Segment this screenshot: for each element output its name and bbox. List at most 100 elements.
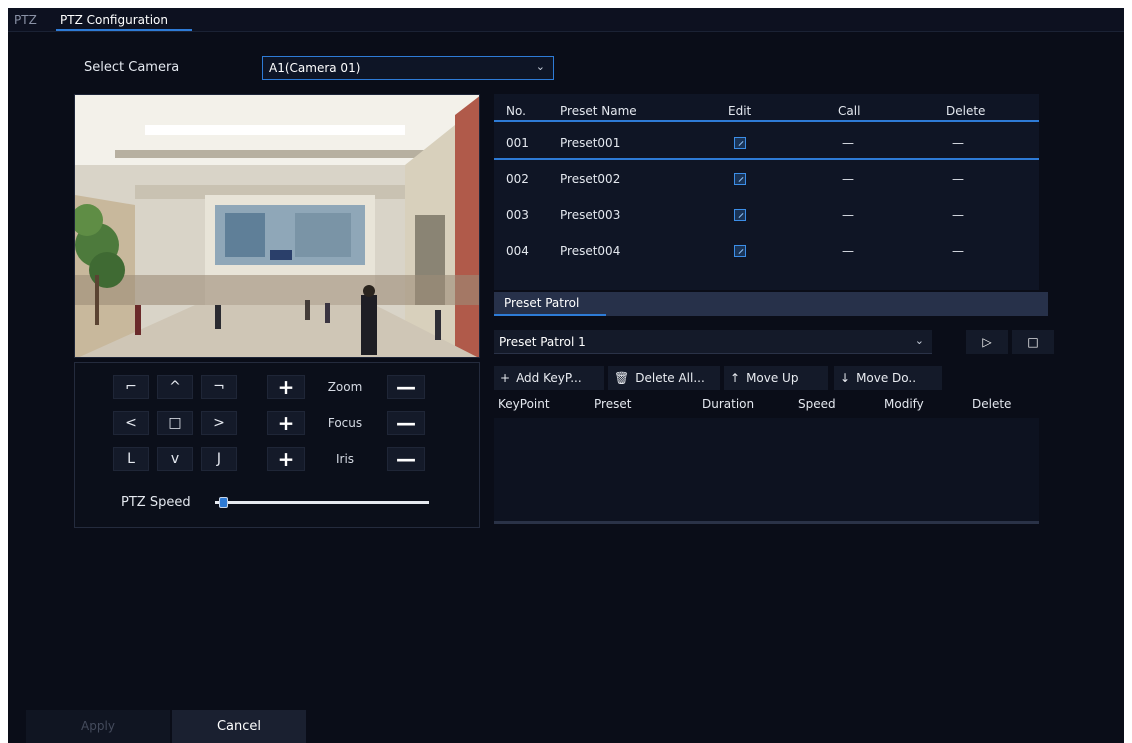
patrol-select-value: Preset Patrol 1 (499, 335, 586, 349)
cancel-button[interactable]: Cancel (172, 710, 306, 743)
col-delete: Delete (946, 104, 986, 118)
move-down-button[interactable]: ↓ Move Do.. (834, 366, 942, 390)
focus-near-button[interactable]: + (267, 411, 305, 435)
col-keypoint: KeyPoint (498, 397, 550, 411)
minus-icon: — (396, 375, 416, 399)
edit-icon[interactable] (734, 173, 746, 185)
col-preset: Preset (594, 397, 632, 411)
col-edit: Edit (728, 104, 752, 118)
camera-select[interactable]: A1(Camera 01) ⌄ (262, 56, 554, 80)
preset-table: No. Preset Name Edit Call Delete 001 Pre… (494, 94, 1039, 290)
camera-select-value: A1(Camera 01) (269, 61, 361, 75)
col-preset-name: Preset Name (560, 104, 637, 118)
arrow-left-icon: < (125, 415, 137, 431)
patrol-tab-indicator (494, 314, 606, 316)
col-delete: Delete (972, 397, 1012, 411)
preset-no: 001 (506, 136, 529, 150)
col-duration: Duration (702, 397, 755, 411)
col-modify: Modify (884, 397, 924, 411)
arrow-up-left-icon: ⌐ (125, 379, 137, 395)
delete-all-button[interactable]: 🗑 Delete All... (608, 366, 720, 390)
move-up-button[interactable]: ↑ Move Up (724, 366, 828, 390)
zoom-out-button[interactable]: — (387, 375, 425, 399)
call-button[interactable]: — (842, 136, 854, 150)
arrow-down-left-icon: L (127, 451, 135, 467)
col-call: Call (838, 104, 861, 118)
pan-left-button[interactable]: < (113, 411, 149, 435)
plus-icon: + (500, 371, 511, 385)
delete-all-label: Delete All... (635, 371, 705, 385)
col-speed: Speed (798, 397, 836, 411)
pan-down-right-button[interactable]: J (201, 447, 237, 471)
preset-name: Preset001 (560, 136, 621, 150)
arrow-up-right-icon: ¬ (213, 379, 225, 395)
focus-label: Focus (327, 416, 363, 430)
ptz-speed-slider-handle[interactable] (219, 497, 228, 508)
tilt-down-button[interactable]: v (157, 447, 193, 471)
move-down-label: Move Do.. (856, 371, 917, 385)
arrow-up-icon: ↑ (730, 371, 741, 385)
pan-right-button[interactable]: > (201, 411, 237, 435)
preset-patrol-title: Preset Patrol (504, 296, 580, 310)
tab-ptz-configuration[interactable]: PTZ Configuration (60, 13, 168, 27)
arrow-down-right-icon: J (216, 451, 222, 467)
preset-no: 002 (506, 172, 529, 186)
tab-bar: PTZ PTZ Configuration (8, 8, 1124, 32)
live-preview (74, 94, 480, 358)
zoom-in-button[interactable]: + (267, 375, 305, 399)
add-keypoint-button[interactable]: + Add KeyP... (494, 366, 604, 390)
delete-button[interactable]: — (952, 208, 964, 222)
move-up-label: Move Up (746, 371, 799, 385)
chevron-down-icon: ⌄ (535, 60, 545, 73)
col-no: No. (506, 104, 526, 118)
stop-patrol-button[interactable]: □ (1012, 330, 1054, 354)
delete-button[interactable]: — (952, 172, 964, 186)
add-keypoint-label: Add KeyP... (516, 371, 582, 385)
table-row[interactable]: 001 Preset001 — — (494, 126, 1039, 160)
pan-down-left-button[interactable]: L (113, 447, 149, 471)
plus-icon: + (277, 447, 295, 471)
iris-open-button[interactable]: + (267, 447, 305, 471)
edit-icon[interactable] (734, 209, 746, 221)
select-camera-label: Select Camera (84, 60, 180, 75)
edit-icon[interactable] (734, 137, 746, 149)
ptz-speed-slider[interactable] (215, 497, 429, 508)
call-button[interactable]: — (842, 208, 854, 222)
focus-far-button[interactable]: — (387, 411, 425, 435)
start-patrol-button[interactable]: ▷ (966, 330, 1008, 354)
arrow-down-icon: v (170, 451, 180, 467)
preset-name: Preset004 (560, 244, 621, 258)
arrow-right-icon: > (213, 415, 225, 431)
arrow-up-icon: ^ (169, 379, 181, 395)
patrol-select[interactable]: Preset Patrol 1 ⌄ (494, 330, 932, 354)
call-button[interactable]: — (842, 172, 854, 186)
edit-icon[interactable] (734, 245, 746, 257)
table-row[interactable]: 002 Preset002 — — (494, 162, 1039, 196)
minus-icon: — (396, 447, 416, 471)
call-button[interactable]: — (842, 244, 854, 258)
preset-patrol-section-header: Preset Patrol (494, 292, 1048, 316)
table-row[interactable]: 004 Preset004 — — (494, 234, 1039, 268)
arrow-down-icon: ↓ (840, 371, 851, 385)
preset-no: 003 (506, 208, 529, 222)
plus-icon: + (277, 375, 295, 399)
table-row[interactable]: 003 Preset003 — — (494, 198, 1039, 232)
square-icon: □ (168, 415, 182, 431)
delete-button[interactable]: — (952, 244, 964, 258)
preset-name: Preset002 (560, 172, 621, 186)
pan-up-left-button[interactable]: ⌐ (113, 375, 149, 399)
tilt-up-button[interactable]: ^ (157, 375, 193, 399)
chevron-down-icon: ⌄ (914, 334, 924, 347)
ptz-config-window: PTZ PTZ Configuration Select Camera A1(C… (8, 8, 1124, 743)
ptz-control-panel: ⌐ ^ ¬ < □ > L v J + Zoom — + Focus — + I… (74, 362, 480, 528)
stop-icon: □ (1027, 335, 1039, 349)
delete-button[interactable]: — (952, 136, 964, 150)
ptz-speed-label: PTZ Speed (121, 495, 191, 510)
preset-no: 004 (506, 244, 529, 258)
auto-scan-button[interactable]: □ (157, 411, 193, 435)
iris-close-button[interactable]: — (387, 447, 425, 471)
tab-ptz[interactable]: PTZ (14, 13, 37, 27)
apply-button[interactable]: Apply (26, 710, 170, 743)
zoom-label: Zoom (327, 380, 363, 394)
pan-up-right-button[interactable]: ¬ (201, 375, 237, 399)
